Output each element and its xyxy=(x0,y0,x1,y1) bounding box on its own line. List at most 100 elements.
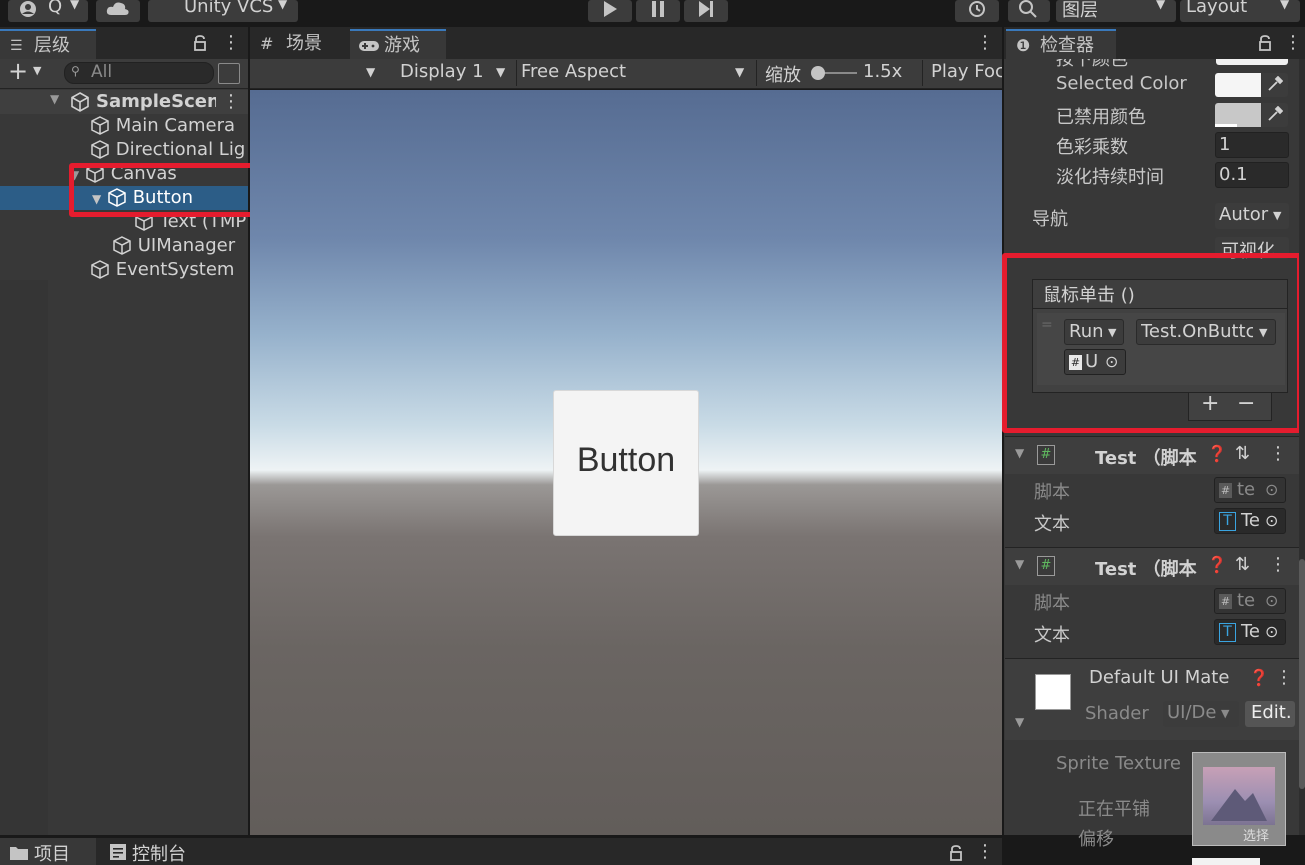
hierarchy-item-uimanager[interactable]: UIManager xyxy=(112,234,235,258)
play-focused-dropdown[interactable]: Play Foc xyxy=(922,60,1002,86)
gamepad-icon xyxy=(359,41,379,51)
help-icon[interactable]: ❓ xyxy=(1207,555,1227,574)
hierarchy-gutter xyxy=(0,280,48,835)
text-field[interactable]: T Te ⊙ xyxy=(1214,508,1286,534)
more-icon[interactable]: ⋮ xyxy=(1275,667,1293,688)
scrollbar-thumb[interactable] xyxy=(1299,559,1305,789)
partial-field xyxy=(1192,858,1260,865)
tab-game[interactable]: 游戏 xyxy=(350,29,446,59)
shader-value: UI/De xyxy=(1167,702,1217,723)
edit-shader-button[interactable]: Edit. xyxy=(1245,701,1295,727)
script-icon: # xyxy=(1037,445,1055,465)
offset-label: 偏移 xyxy=(1078,829,1114,850)
navigation-dropdown[interactable]: Autor ▼ xyxy=(1215,203,1289,229)
tab-inspector[interactable]: ❶ 检查器 xyxy=(1006,29,1116,59)
zoom-control[interactable]: 缩放 1.5x xyxy=(756,60,922,86)
chevron-down-icon: ▼ xyxy=(496,65,506,79)
vcs-dropdown[interactable]: Unity VCS ▼ xyxy=(148,0,298,22)
play-button[interactable] xyxy=(588,0,632,22)
gameobject-icon xyxy=(91,260,109,279)
text-label: 文本 xyxy=(1034,514,1070,535)
help-icon[interactable]: ❓ xyxy=(1207,444,1227,463)
chevron-down-icon: ▼ xyxy=(70,0,80,11)
tab-hierarchy[interactable]: ☰ 层级 xyxy=(0,29,96,59)
sprite-texture-slot[interactable]: 选择 xyxy=(1192,752,1286,846)
item-label: UIManager xyxy=(137,235,236,256)
disabled-color-swatch[interactable] xyxy=(1215,103,1261,127)
more-icon[interactable]: ⋮ xyxy=(1284,32,1302,53)
inspector-scrollbar[interactable] xyxy=(1299,59,1305,835)
sprite-texture-label: Sprite Texture xyxy=(1056,753,1181,774)
more-icon[interactable]: ⋮ xyxy=(222,32,240,53)
display-dropdown[interactable]: Display 1 ▼ xyxy=(390,60,512,86)
object-picker-icon[interactable]: ⊙ xyxy=(1265,620,1278,644)
tmp-text-icon: T xyxy=(1219,512,1236,531)
hierarchy-item-directional-light[interactable]: Directional Lig xyxy=(90,138,248,162)
edit-label: Edit. xyxy=(1251,702,1292,723)
chevron-down-icon: ▼ xyxy=(735,65,745,79)
component-header-test-1[interactable]: ▼ # Test （脚本 ❓ ⇅ ⋮ xyxy=(1005,436,1300,474)
zoom-value: 1.5x xyxy=(863,61,903,82)
scene-search-icon[interactable] xyxy=(218,63,240,84)
chevron-down-icon: ▼ xyxy=(1221,707,1230,720)
more-icon[interactable]: ⋮ xyxy=(976,841,994,862)
layers-dropdown[interactable]: 图层 ▼ xyxy=(1056,0,1176,22)
eyedropper-button[interactable] xyxy=(1262,103,1288,127)
aspect-dropdown[interactable]: Free Aspect ▼ xyxy=(516,60,752,86)
chevron-down-icon[interactable]: ▼ xyxy=(366,65,375,79)
scene-row[interactable]: ▼ SampleScene ⋮ xyxy=(0,90,248,114)
cloud-button[interactable] xyxy=(96,0,140,22)
add-button[interactable]: + xyxy=(8,57,28,85)
mountain-icon xyxy=(1211,789,1267,821)
text-value: Te xyxy=(1241,621,1261,642)
cloud-icon xyxy=(106,2,129,15)
settings-icon[interactable]: ⇅ xyxy=(1235,554,1250,575)
game-ui-button[interactable]: Button xyxy=(553,390,699,536)
hierarchy-item-eventsystem[interactable]: EventSystem xyxy=(90,258,234,282)
hierarchy-search-input[interactable]: ⚲ All xyxy=(64,62,214,84)
expand-icon[interactable]: ▼ xyxy=(1015,557,1024,571)
item-label: EventSystem xyxy=(115,259,235,280)
history-button[interactable] xyxy=(955,0,999,22)
script-field: # te ⊙ xyxy=(1214,588,1286,614)
expand-icon[interactable]: ▼ xyxy=(50,92,59,106)
pause-button[interactable] xyxy=(636,0,680,22)
object-picker-icon[interactable]: ⊙ xyxy=(1265,509,1278,533)
tab-game-label: 游戏 xyxy=(384,35,420,56)
lock-icon[interactable] xyxy=(949,845,963,861)
step-button[interactable] xyxy=(684,0,728,22)
text-field[interactable]: T Te ⊙ xyxy=(1214,619,1286,645)
fade-duration-field[interactable]: 0.1 xyxy=(1215,162,1289,188)
account-button[interactable]: Q ▼ xyxy=(8,0,88,22)
zoom-slider-thumb[interactable] xyxy=(811,66,825,80)
component-header-test-2[interactable]: ▼ # Test （脚本 ❓ ⇅ ⋮ xyxy=(1005,547,1300,585)
lock-icon[interactable] xyxy=(193,35,207,51)
search-button[interactable] xyxy=(1008,0,1050,22)
more-icon[interactable]: ⋮ xyxy=(1269,443,1287,464)
pressed-color-swatch[interactable] xyxy=(1216,59,1288,65)
tab-console[interactable]: 控制台 xyxy=(100,838,210,865)
settings-icon[interactable]: ⇅ xyxy=(1235,443,1250,464)
expand-icon[interactable]: ▼ xyxy=(1015,446,1024,460)
hierarchy-item-main-camera[interactable]: Main Camera xyxy=(90,114,235,138)
help-icon[interactable]: ❓ xyxy=(1249,668,1269,687)
layout-dropdown[interactable]: Layout ▼ xyxy=(1180,0,1300,22)
expand-icon[interactable]: ▼ xyxy=(1015,715,1024,729)
lock-icon[interactable] xyxy=(1258,35,1272,51)
eyedropper-button[interactable] xyxy=(1262,73,1288,97)
color-multiplier-field[interactable]: 1 xyxy=(1215,132,1289,158)
more-icon[interactable]: ⋮ xyxy=(1269,554,1287,575)
material-title: Default UI Mate xyxy=(1089,667,1230,688)
more-icon[interactable]: ⋮ xyxy=(976,32,994,53)
texture-thumbnail xyxy=(1203,767,1275,825)
tab-console-label: 控制台 xyxy=(132,844,186,865)
more-icon[interactable]: ⋮ xyxy=(222,90,240,114)
material-preview xyxy=(1035,674,1071,710)
tab-project[interactable]: 项目 xyxy=(0,838,96,865)
tab-scene[interactable]: # 场景 xyxy=(252,29,348,59)
select-texture-button[interactable]: 选择 xyxy=(1243,825,1269,844)
selected-color-swatch[interactable] xyxy=(1215,73,1261,97)
tab-inspector-label: 检查器 xyxy=(1040,35,1094,56)
chevron-down-icon: ▼ xyxy=(33,64,42,77)
shader-dropdown[interactable]: UI/De ▼ xyxy=(1163,701,1239,727)
